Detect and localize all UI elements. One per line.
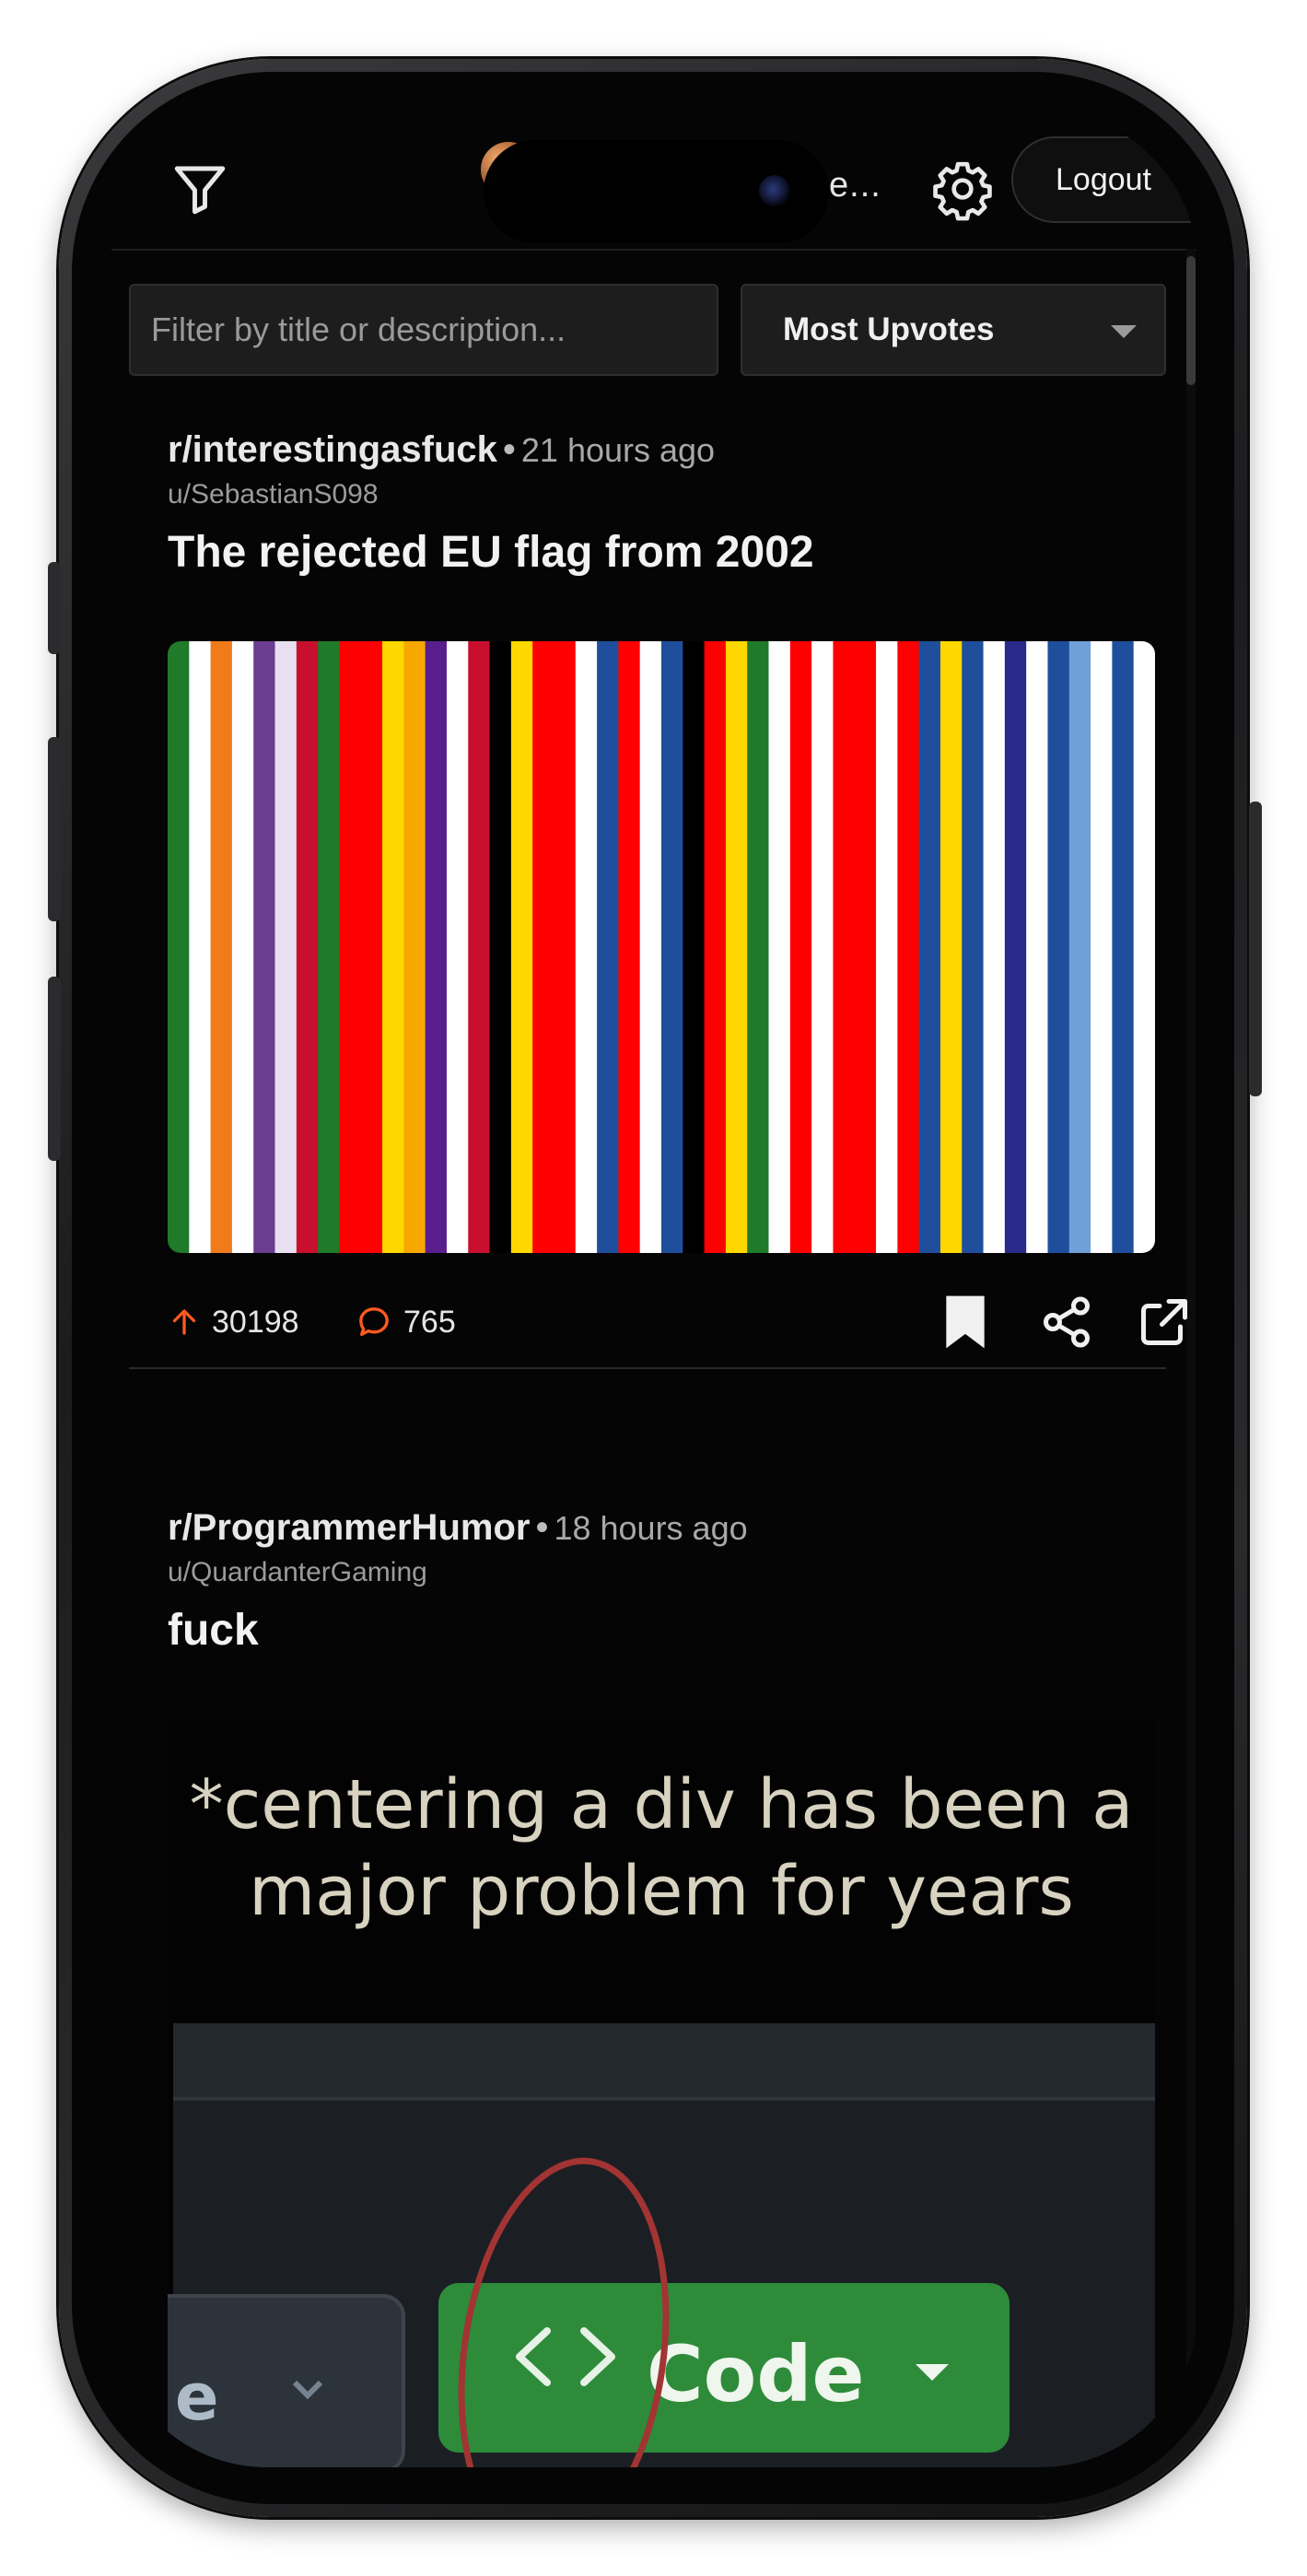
post-card[interactable]: r/interestingasfuck • 21 hours ago u/Sebas… — [129, 415, 1187, 1349]
flag-stripe — [168, 641, 190, 1253]
flag-stripe — [318, 641, 341, 1253]
flag-stripe — [983, 641, 1006, 1253]
flag-stripe — [425, 641, 448, 1253]
flag-stripe — [811, 641, 834, 1253]
flag-stripe — [510, 641, 533, 1253]
meme-caption-line2: major problem for years — [249, 1852, 1074, 1931]
arrow-up-icon — [172, 1309, 196, 1335]
flag-stripe — [1091, 641, 1113, 1253]
flag-stripe — [532, 641, 555, 1253]
flag-stripe — [725, 641, 748, 1253]
sort-select[interactable]: Most Upvotes — [741, 284, 1166, 376]
meme-caption-line1: *centering a div has been a — [190, 1765, 1134, 1844]
flag-stripe — [231, 641, 254, 1253]
flag-stripe — [918, 641, 941, 1253]
flag-stripe — [210, 641, 233, 1253]
upvote-button[interactable]: 30198 — [168, 1290, 299, 1354]
post-divider — [129, 1367, 1166, 1369]
meme-left-button-text: e — [175, 2359, 218, 2435]
side-button-action — [48, 562, 61, 654]
flag-stripe — [554, 641, 577, 1253]
flag-stripe — [833, 641, 856, 1253]
side-button-volume-down — [48, 977, 61, 1161]
post-meta: r/interestingasfuck • 21 hours ago — [168, 429, 716, 470]
comments-button[interactable]: 765 — [356, 1290, 456, 1354]
flag-stripe — [768, 641, 791, 1253]
chevron-down-icon — [1111, 325, 1137, 338]
flag-stripe — [618, 641, 641, 1253]
flag-stripe — [403, 641, 426, 1253]
sort-select-value: Most Upvotes — [783, 311, 995, 347]
flag-stripe — [274, 641, 298, 1253]
flag-stripe — [189, 641, 212, 1253]
side-button-power — [1249, 802, 1262, 1096]
flag-stripe — [1112, 641, 1135, 1253]
flag-stripe — [1004, 641, 1027, 1253]
post-meta: r/ProgrammerHumor • 18 hours ago — [168, 1507, 748, 1548]
flag-stripe — [1133, 641, 1155, 1253]
post-subreddit[interactable]: r/ProgrammerHumor — [168, 1507, 530, 1548]
flag-stripe — [747, 641, 770, 1253]
share-icon[interactable] — [1039, 1290, 1094, 1354]
flag-stripe — [876, 641, 898, 1253]
post-title[interactable]: fuck — [168, 1605, 259, 1656]
post-actions: 30198 765 — [168, 1290, 1187, 1354]
flag-stripe — [575, 641, 598, 1253]
comment-count: 765 — [403, 1304, 456, 1340]
post-author[interactable]: u/SebastianS098 — [168, 479, 379, 510]
upvote-count: 30198 — [212, 1304, 299, 1340]
flag-stripe — [639, 641, 662, 1253]
app-screen: e... Logout Most Upvotes r/interestingas… — [111, 111, 1197, 2467]
flag-stripe — [1068, 641, 1091, 1253]
flag-stripe — [446, 641, 469, 1253]
external-link-icon[interactable] — [1137, 1290, 1192, 1354]
post-title[interactable]: The rejected EU flag from 2002 — [168, 527, 814, 578]
flag-stripe — [597, 641, 619, 1253]
dynamic-island — [484, 140, 829, 243]
flag-stripe — [253, 641, 276, 1253]
header-title: e... — [829, 166, 881, 205]
flag-stripe — [382, 641, 404, 1253]
post-card[interactable]: r/ProgrammerHumor • 18 hours ago u/Quardan… — [129, 1493, 1166, 2467]
flag-stripe — [939, 641, 963, 1253]
flag-stripe — [296, 641, 319, 1253]
bookmark-icon[interactable] — [941, 1290, 989, 1354]
gear-icon[interactable] — [921, 147, 1004, 230]
scrollbar-thumb[interactable] — [1186, 256, 1196, 385]
flag-stripe — [789, 641, 812, 1253]
flag-stripe — [854, 641, 877, 1253]
logout-button[interactable]: Logout — [1011, 136, 1197, 223]
meme-image: *centering a div has been a major proble… — [168, 1719, 1155, 2467]
flag-stripe — [1047, 641, 1070, 1253]
post-time: 18 hours ago — [554, 1509, 748, 1547]
flag-stripe — [360, 641, 383, 1253]
side-button-volume-up — [48, 737, 61, 921]
post-time: 21 hours ago — [520, 431, 716, 469]
flag-stripe — [683, 641, 706, 1253]
striped-flag-image — [168, 641, 1155, 1253]
flag-stripe — [489, 641, 512, 1253]
filter-icon[interactable] — [158, 147, 241, 230]
flag-stripe — [468, 641, 491, 1253]
post-author[interactable]: u/QuardanterGaming — [168, 1557, 427, 1588]
flag-stripe — [339, 641, 362, 1253]
flag-stripe — [704, 641, 727, 1253]
post-image[interactable]: *centering a div has been a major proble… — [168, 1719, 1155, 2467]
flag-stripe — [962, 641, 985, 1253]
post-subreddit[interactable]: r/interestingasfuck — [168, 429, 497, 470]
flag-stripe — [661, 641, 683, 1253]
meme-code-button-text: Code — [647, 2329, 864, 2419]
filter-input[interactable] — [129, 284, 718, 376]
comment-icon — [359, 1307, 389, 1336]
flag-stripe — [1026, 641, 1049, 1253]
post-image[interactable] — [168, 641, 1155, 1253]
scrollbar-track[interactable] — [1186, 249, 1196, 2460]
flag-stripe — [897, 641, 920, 1253]
